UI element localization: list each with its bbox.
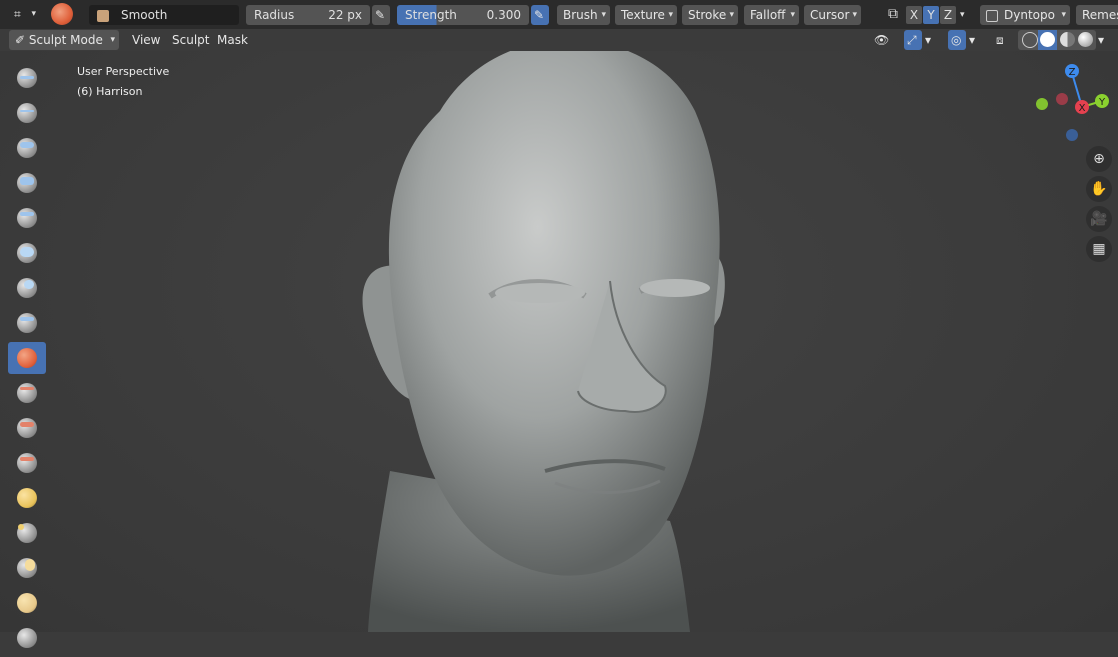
visibility-icon[interactable]: 👁 [868, 30, 898, 50]
strength-field[interactable]: Strength 0.300 [397, 5, 529, 25]
stroke-menu[interactable]: Stroke ▾ [682, 5, 738, 25]
gizmo-toggle-icon[interactable]: ⤢ [904, 30, 922, 50]
radius-field[interactable]: Radius 22 px [246, 5, 370, 25]
gizmo-neg-z[interactable] [1066, 129, 1078, 141]
chevron-down-icon: ▾ [110, 35, 115, 45]
mirror-z-toggle[interactable]: Z [940, 6, 956, 24]
mirror-y-toggle[interactable]: Y [923, 6, 939, 24]
mode-label: Sculpt Mode [28, 33, 103, 47]
sculpt-tool-shelf [8, 62, 50, 657]
chevron-down-icon[interactable]: ▾ [1098, 30, 1114, 50]
inflate-tool-icon[interactable] [8, 272, 46, 304]
strength-value: 0.300 [486, 8, 521, 22]
checkbox-icon [986, 9, 998, 22]
viewport-header: ✐ Sculpt Mode ▾ View Sculpt Mask 👁 ⤢ ▾ ◎ … [0, 29, 1118, 51]
dyntopo-label: Dyntopo [1004, 8, 1055, 22]
multiplane-scrape-tool-icon[interactable] [8, 482, 46, 514]
overlays-toggle-icon[interactable]: ◎ [948, 30, 966, 50]
tool-settings-bar: ⌗ ▾ Smooth Radius 22 px ✎ Strength 0.300 … [0, 0, 1118, 29]
wireframe-shading-icon[interactable] [1022, 32, 1038, 48]
pinch-tool-icon[interactable] [8, 517, 46, 549]
gizmo-x-label: X [1079, 103, 1086, 114]
cursor-menu[interactable]: Cursor ▾ [804, 5, 861, 25]
perspective-label: User Perspective [77, 65, 170, 78]
draw-tool-icon[interactable] [8, 62, 46, 94]
chevron-down-icon: ▾ [668, 10, 673, 20]
gizmo-neg-y[interactable] [1036, 98, 1048, 110]
material-shading-icon[interactable] [1060, 32, 1075, 47]
sculpt-brush-icon: ✐ [15, 33, 26, 47]
dyntopo-toggle[interactable]: Dyntopo ▾ [980, 5, 1070, 25]
chevron-down-icon: ▾ [790, 10, 795, 20]
sculpt-menu[interactable]: Sculpt [166, 30, 215, 50]
gizmo-z-label: Z [1069, 67, 1076, 78]
3d-viewport[interactable]: Z Y X ⊕ ✋ 🎥 ▦ [0, 51, 1118, 632]
clay-thumb-tool-icon[interactable] [8, 202, 46, 234]
object-label: (6) Harrison [77, 85, 143, 98]
texture-menu[interactable]: Texture ▾ [615, 5, 677, 25]
radius-label: Radius [254, 8, 295, 22]
brush-name: Smooth [121, 8, 168, 22]
camera-icon[interactable]: 🎥 [1086, 206, 1112, 232]
viewport-info: User Perspective (6) Harrison [77, 62, 169, 102]
pan-hand-icon[interactable]: ✋ [1086, 176, 1112, 202]
sculpt-head-model[interactable] [0, 51, 1118, 632]
editor-type-button[interactable]: ⌗ ▾ [8, 4, 40, 24]
chevron-down-icon: ▾ [31, 9, 36, 19]
clay-strips-tool-icon[interactable] [8, 167, 46, 199]
brush-menu-label: Brush [563, 8, 598, 22]
rendered-shading-icon[interactable] [1078, 32, 1093, 47]
chevron-down-icon: ▾ [729, 10, 734, 20]
chevron-down-icon: ▾ [852, 10, 857, 20]
stroke-menu-label: Stroke [688, 8, 727, 22]
cursor-menu-label: Cursor [810, 8, 850, 22]
view-menu[interactable]: View [126, 30, 166, 50]
navigation-gizmo[interactable]: Z Y X [1032, 61, 1112, 151]
chevron-down-icon: ▾ [1061, 10, 1066, 20]
symmetry-icon: ⧉ [888, 6, 898, 22]
radius-value: 22 px [328, 8, 362, 22]
chevron-down-icon[interactable]: ▾ [925, 30, 941, 50]
scrape-tool-icon[interactable] [8, 447, 46, 479]
flatten-tool-icon[interactable] [8, 377, 46, 409]
snake-hook-tool-icon[interactable] [8, 622, 46, 654]
falloff-menu-label: Falloff [750, 8, 786, 22]
gizmo-neg-x[interactable] [1056, 93, 1068, 105]
layer-tool-icon[interactable] [8, 237, 46, 269]
texture-menu-label: Texture [621, 8, 665, 22]
gizmo-y-label: Y [1098, 97, 1106, 108]
perspective-grid-icon[interactable]: ▦ [1086, 236, 1112, 262]
strength-label: Strength [405, 8, 457, 22]
zoom-icon[interactable]: ⊕ [1086, 146, 1112, 172]
blob-tool-icon[interactable] [8, 307, 46, 339]
brush-selector[interactable]: Smooth [89, 5, 239, 25]
strength-pressure-icon[interactable]: ✎ [531, 5, 549, 25]
brush-menu[interactable]: Brush ▾ [557, 5, 610, 25]
remesh-menu[interactable]: Remesh [1076, 5, 1118, 25]
brush-thumbnail-icon [97, 9, 109, 22]
grab-tool-icon[interactable] [8, 552, 46, 584]
shading-mode-group [1018, 30, 1096, 50]
mode-selector[interactable]: ✐ Sculpt Mode ▾ [9, 30, 119, 50]
chevron-down-icon: ▾ [601, 10, 606, 20]
fill-tool-icon[interactable] [8, 412, 46, 444]
chevron-down-icon[interactable]: ▾ [969, 30, 985, 50]
solid-shading-icon[interactable] [1040, 32, 1055, 47]
chevron-down-icon[interactable]: ▾ [960, 6, 965, 24]
mask-menu[interactable]: Mask [211, 30, 254, 50]
smooth-brush-icon[interactable] [51, 3, 73, 25]
mirror-x-toggle[interactable]: X [906, 6, 922, 24]
draw-sharp-tool-icon[interactable] [8, 97, 46, 129]
falloff-menu[interactable]: Falloff ▾ [744, 5, 799, 25]
clay-tool-icon[interactable] [8, 132, 46, 164]
radius-pressure-icon[interactable]: ✎ [372, 5, 390, 25]
transform-icon: ⌗ [14, 7, 21, 21]
elastic-deform-tool-icon[interactable] [8, 587, 46, 619]
xray-toggle-icon[interactable]: ⧈ [993, 30, 1011, 50]
smooth-tool-icon[interactable] [8, 342, 46, 374]
